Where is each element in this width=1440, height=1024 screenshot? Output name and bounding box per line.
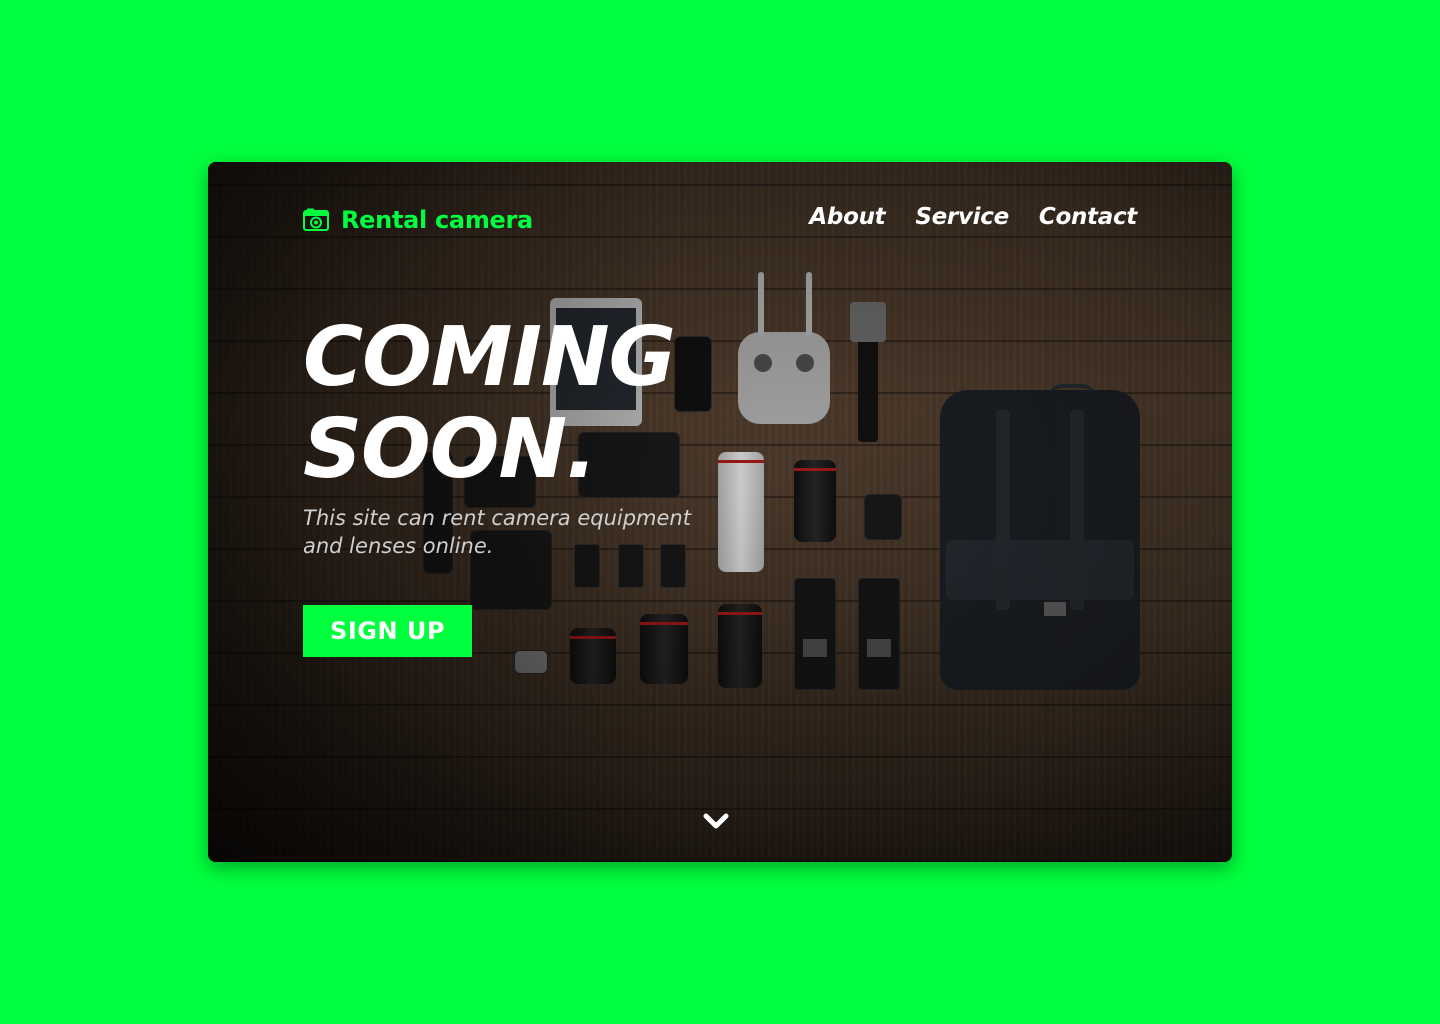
landing-card: Rental camera About Service Contact COMI… xyxy=(208,162,1232,862)
main-menu: About Service Contact xyxy=(809,204,1137,230)
brand-name: Rental camera xyxy=(341,206,533,234)
top-navigation: Rental camera About Service Contact xyxy=(208,162,1232,278)
hero-title: COMING SOON. xyxy=(303,310,676,497)
hero-title-line-2: SOON. xyxy=(303,402,597,497)
nav-link-contact[interactable]: Contact xyxy=(1039,204,1137,230)
nav-link-about[interactable]: About xyxy=(809,204,885,230)
scroll-down-button[interactable] xyxy=(702,810,730,832)
hero-subtitle: This site can rent camera equipment and … xyxy=(303,506,691,558)
camera-icon xyxy=(303,208,329,231)
chevron-down-icon xyxy=(703,813,729,829)
nav-link-service[interactable]: Service xyxy=(915,204,1009,230)
hero-title-line-1: COMING xyxy=(303,310,676,405)
sign-up-button[interactable]: SIGN UP xyxy=(303,605,472,657)
brand-logo[interactable]: Rental camera xyxy=(303,206,533,234)
